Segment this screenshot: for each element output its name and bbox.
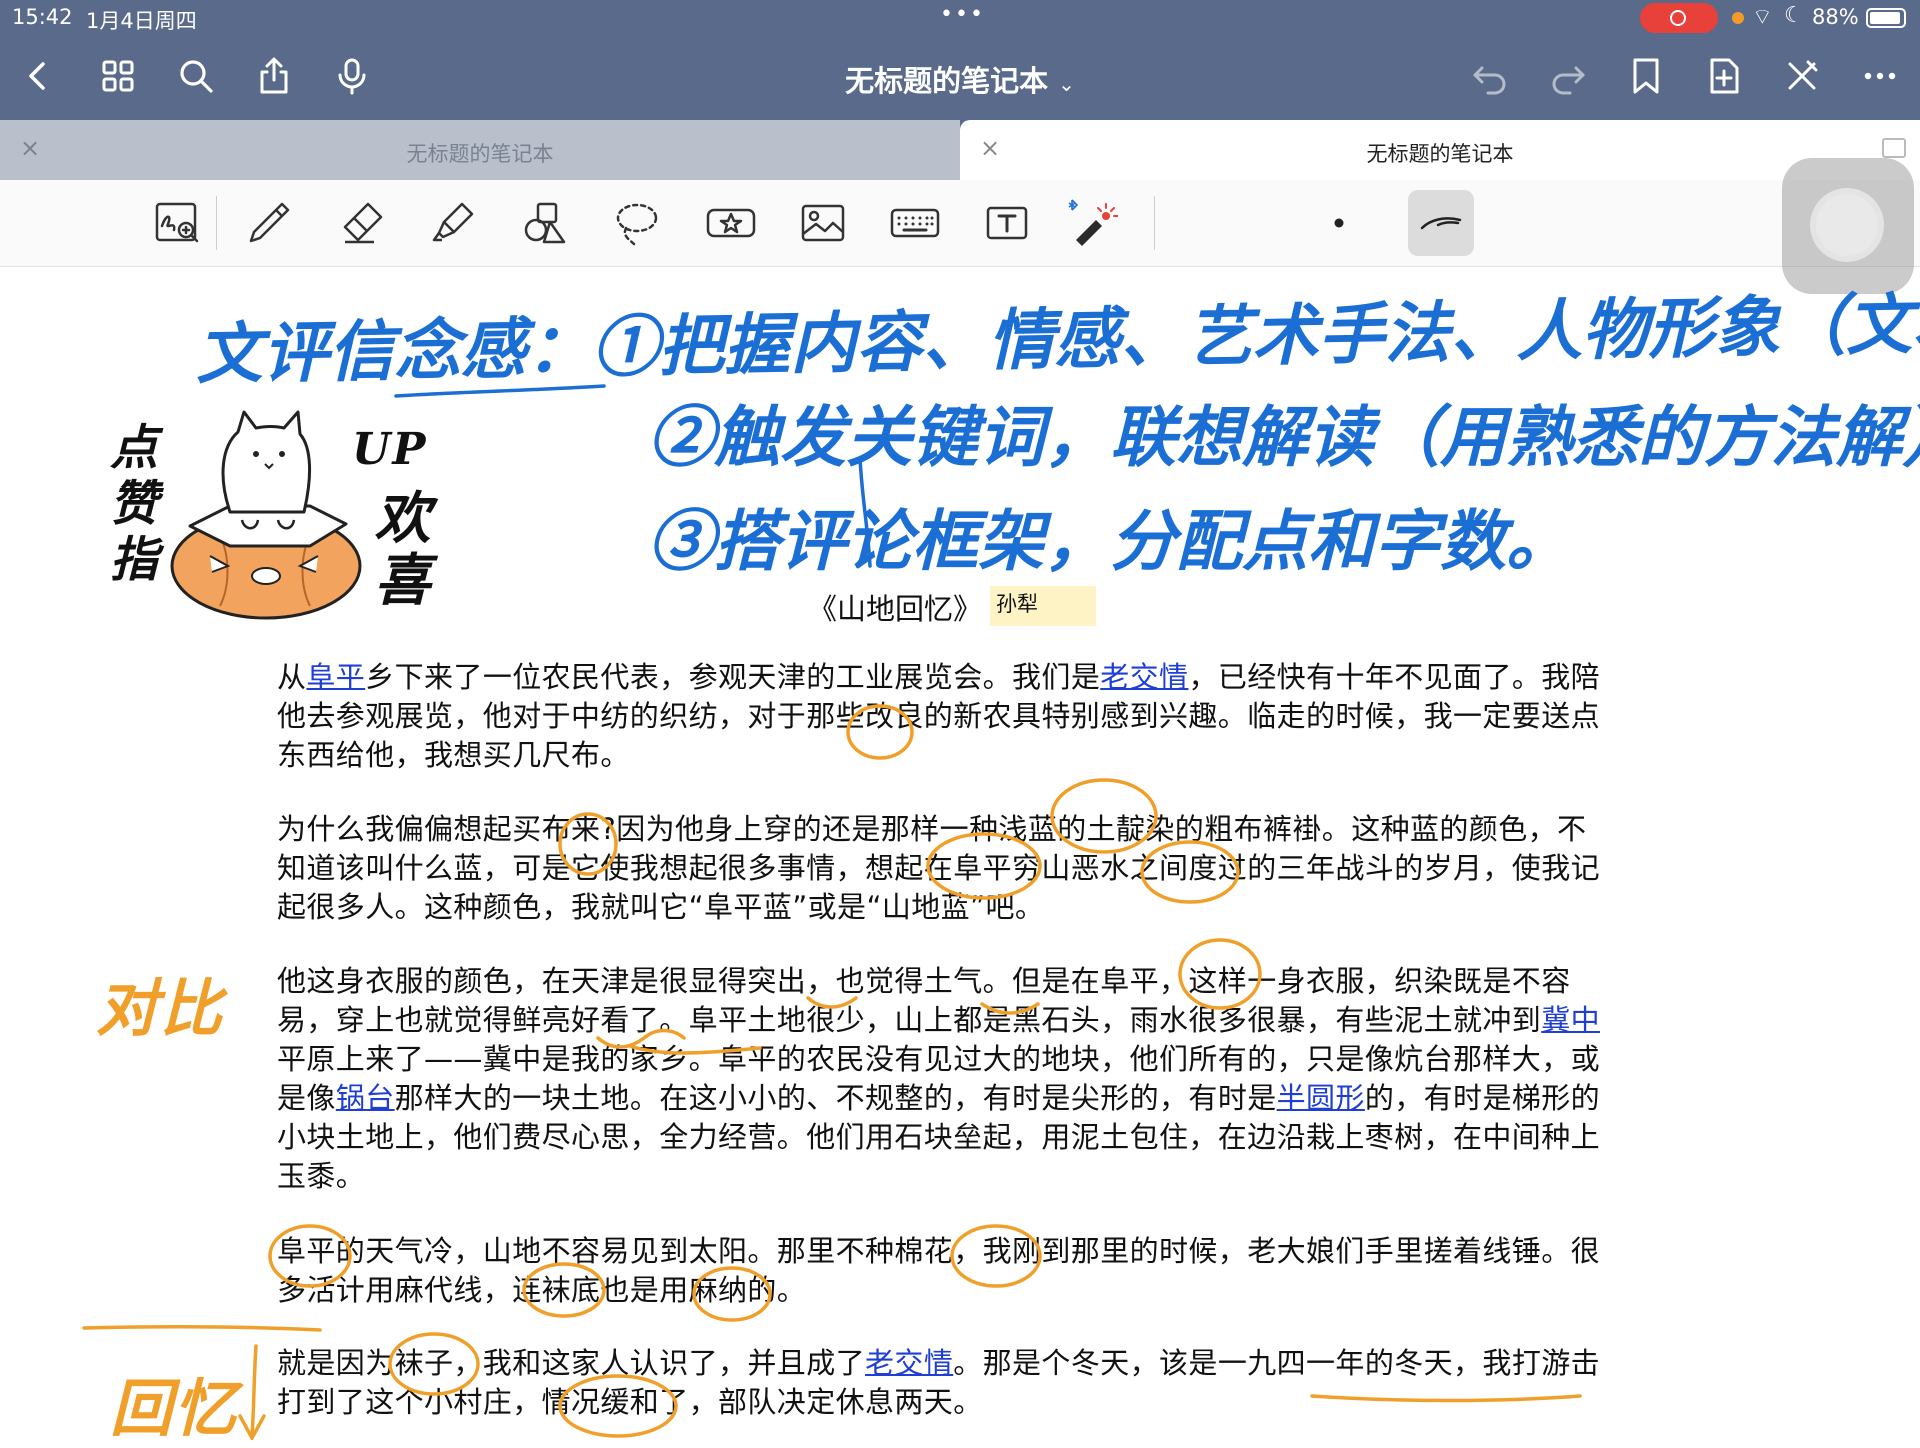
laser-pointer-icon[interactable] xyxy=(1058,190,1124,256)
underline-stroke xyxy=(82,1324,322,1332)
status-time: 15:42 xyxy=(12,5,73,29)
zoom-window-icon[interactable] xyxy=(144,190,210,256)
notebook-title-text: 无标题的笔记本 xyxy=(845,64,1049,98)
lasso-icon[interactable] xyxy=(604,190,670,256)
tab-label: 无标题的笔记本 xyxy=(1366,142,1514,166)
battery-icon xyxy=(1866,8,1906,28)
cat-on-pumpkin-doodle xyxy=(170,410,362,620)
tab-notebook-2[interactable]: × 无标题的笔记本 xyxy=(960,120,1920,180)
pen-icon[interactable] xyxy=(236,190,302,256)
privacy-indicator-icon xyxy=(1732,12,1744,24)
toolbar-divider xyxy=(216,196,217,250)
paragraph-5: 就是因为袜子，我和这家人认识了，并且成了老交情。那是个冬天，该是一九四一年的冬天… xyxy=(277,1344,1607,1422)
split-view-icon[interactable] xyxy=(1882,138,1906,158)
paragraph-text: 为什么我偏偏想起买布来?因为他身上穿的还是那样一种浅蓝的土靛染的粗布裤褂。这种蓝… xyxy=(277,812,1601,924)
more-icon[interactable] xyxy=(1854,50,1906,102)
add-page-icon[interactable] xyxy=(1698,50,1750,102)
paragraph-3: 他这身衣服的颜色，在天津是很显得突出，也觉得土气。但是在阜平，这样一身衣服，织染… xyxy=(277,962,1607,1196)
multitasking-dots-icon[interactable]: ••• xyxy=(940,2,985,27)
eraser-icon[interactable] xyxy=(328,190,394,256)
handwritten-note-line-1: 文评信念感：①把握内容、情感、艺术手法、人物形象（文本层面） xyxy=(195,280,1920,394)
handwritten-huiyi: 回忆 xyxy=(110,1372,239,1445)
paragraph-text: 乡下来了一位农民代表，参观天津的工业展览会。我们是 xyxy=(365,660,1101,694)
paragraph-1: 从阜平乡下来了一位农民代表，参观天津的工业展览会。我们是老交情，已经快有十年不见… xyxy=(277,658,1607,775)
pen-size-dot-icon[interactable] xyxy=(1306,190,1372,256)
glossary-link[interactable]: 老交情 xyxy=(865,1346,953,1380)
glossary-link[interactable]: 老交情 xyxy=(1100,660,1188,694)
redo-icon[interactable] xyxy=(1542,50,1594,102)
glossary-link[interactable]: 阜平 xyxy=(306,660,365,694)
textbox-icon[interactable] xyxy=(974,190,1040,256)
glossary-link[interactable]: 冀中 xyxy=(1541,1003,1600,1037)
drawing-toolbar xyxy=(0,180,1920,267)
handwritten-note-line-2: ②触发关键词，联想解读（用熟悉的方法解） xyxy=(648,398,1920,476)
glossary-link[interactable]: 半圆形 xyxy=(1277,1081,1365,1115)
wifi-icon: ⌔ xyxy=(1752,5,1773,30)
sticker-icon[interactable] xyxy=(698,190,764,256)
nav-bar: 无标题的笔记本 ⌄ xyxy=(0,36,1920,120)
arrow-stroke xyxy=(250,1344,258,1438)
focus-moon-icon: ☾ xyxy=(1784,3,1804,28)
battery-percent: 88% xyxy=(1812,5,1859,29)
author-name: 孙犁 xyxy=(996,592,1038,616)
paragraph-2: 为什么我偏偏想起买布来?因为他身上穿的还是那样一种浅蓝的土靛染的粗布裤褂。这种蓝… xyxy=(277,810,1607,927)
handwritten-dianzan: 点赞指 xyxy=(101,422,157,590)
toolbar-divider xyxy=(1154,196,1155,250)
handwritten-huanxi: 欢喜 xyxy=(365,488,431,612)
image-icon[interactable] xyxy=(790,190,856,256)
author-highlight: 孙犁 xyxy=(990,586,1096,626)
paragraph-text: 就是因为袜子，我和这家人认识了，并且成了 xyxy=(277,1346,866,1380)
paragraph-text: 阜平的天气冷，山地不容易见到太阳。那里不种棉花，我刚到那里的时候，老大娘们手里搓… xyxy=(277,1234,1601,1307)
tab-bar: × 无标题的笔记本 × 无标题的笔记本 xyxy=(0,120,1920,180)
status-bar: 15:42 1月4日周四 ••• ⌔ ☾ 88% xyxy=(0,0,1920,36)
shapes-icon[interactable] xyxy=(512,190,578,256)
paragraph-4: 阜平的天气冷，山地不容易见到太阳。那里不种棉花，我刚到那里的时候，老大娘们手里搓… xyxy=(277,1232,1607,1310)
keyboard-icon[interactable] xyxy=(882,190,948,256)
glossary-link[interactable]: 锅台 xyxy=(336,1081,395,1115)
stroke-style-icon[interactable] xyxy=(1408,190,1474,256)
screen-recording-icon[interactable] xyxy=(1640,3,1718,33)
arrow-stroke xyxy=(238,1414,266,1440)
tab-label: 无标题的笔记本 xyxy=(406,142,554,166)
bookmark-icon[interactable] xyxy=(1620,50,1672,102)
notebook-page[interactable]: 文评信念感：①把握内容、情感、艺术手法、人物形象（文本层面） ②触发关键词，联想… xyxy=(0,266,1920,1445)
handwritten-duibi: 对比 xyxy=(96,972,225,1045)
tab-notebook-1[interactable]: × 无标题的笔记本 xyxy=(0,120,960,180)
paragraph-text: 从 xyxy=(277,660,307,694)
chevron-down-icon: ⌄ xyxy=(1058,72,1075,96)
paragraph-text: 那样大的一块土地。在这小小的、不规整的，有时是尖形的，有时是 xyxy=(394,1081,1277,1115)
undo-icon[interactable] xyxy=(1464,50,1516,102)
status-date: 1月4日周四 xyxy=(86,9,197,33)
poem-title: 《山地回忆》 xyxy=(808,592,983,626)
handwritten-note-line-3: ③搭评论框架，分配点和字数。 xyxy=(648,502,1572,580)
paragraph-text: 他这身衣服的颜色，在天津是很显得突出，也觉得土气。但是在阜平，这样一身衣服，织染… xyxy=(277,964,1571,1037)
close-tools-icon[interactable] xyxy=(1776,50,1828,102)
highlighter-icon[interactable] xyxy=(420,190,486,256)
